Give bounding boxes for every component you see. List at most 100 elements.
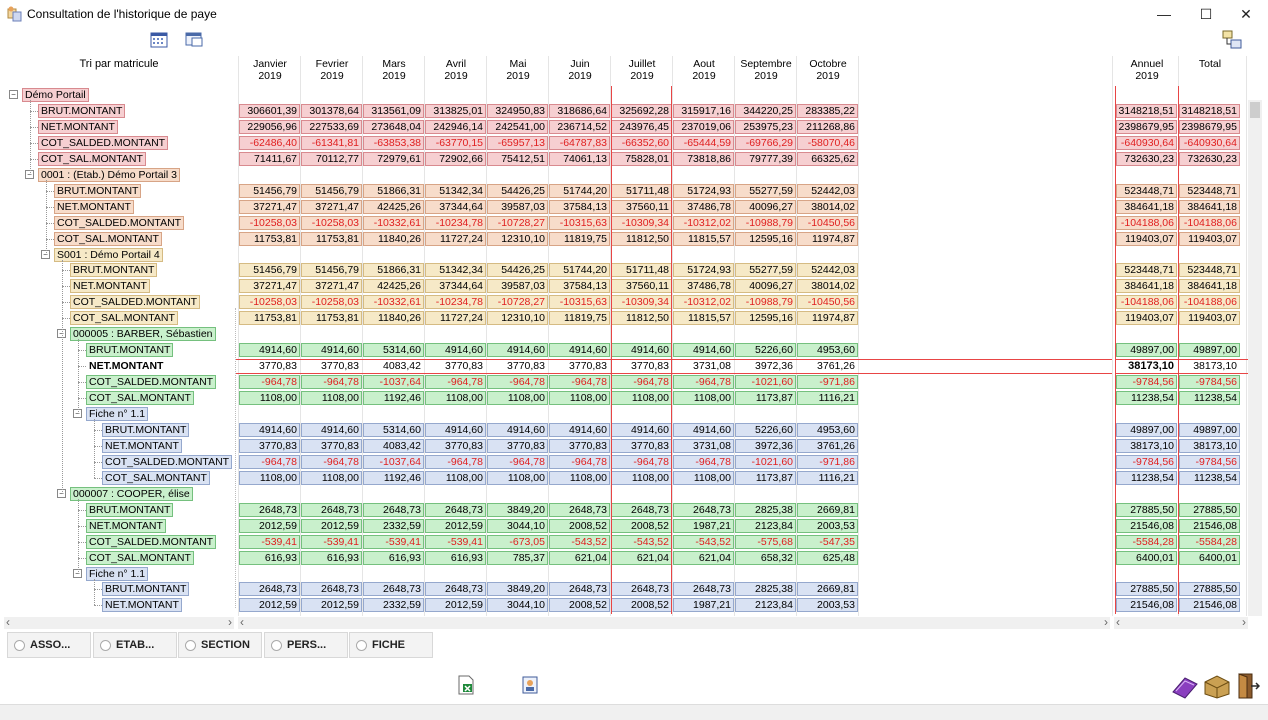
grid-cell[interactable]: 229056,96	[239, 120, 300, 134]
grid-cell[interactable]: 37486,78	[673, 279, 734, 293]
tree-leaf-node[interactable]: NET.MONTANT	[86, 519, 166, 533]
grid-cell[interactable]: 325692,28	[611, 104, 672, 118]
grid-cell[interactable]: 313561,09	[363, 104, 424, 118]
total-cell[interactable]: -9784,56	[1116, 375, 1177, 389]
grid-cell[interactable]: 5226,60	[735, 343, 796, 357]
level-radio-section[interactable]: SECTION	[178, 632, 262, 658]
grid-cell[interactable]: -10728,27	[487, 216, 548, 230]
level-radio-pers[interactable]: PERS...	[264, 632, 348, 658]
grid-cell[interactable]: -964,78	[487, 455, 548, 469]
grid-cell[interactable]: 616,93	[239, 551, 300, 565]
window-icon[interactable]	[185, 31, 204, 48]
grid-cell[interactable]: -10234,78	[425, 216, 486, 230]
grid-cell[interactable]: -964,78	[611, 375, 672, 389]
grid-cell[interactable]: 301378,64	[301, 104, 362, 118]
tree-group-node[interactable]: 0001 : (Etab.) Démo Portail 3	[38, 168, 180, 182]
grid-cell[interactable]: -575,68	[735, 535, 796, 549]
grid-cell[interactable]: 2008,52	[611, 519, 672, 533]
grid-cell[interactable]: 1173,87	[735, 471, 796, 485]
total-cell[interactable]: 27885,50	[1179, 582, 1240, 596]
tree-leaf-node[interactable]: BRUT.MONTANT	[38, 104, 126, 118]
grid-vertical-scrollbar[interactable]	[1248, 100, 1262, 616]
grid-cell[interactable]: 313825,01	[425, 104, 486, 118]
grid-cell[interactable]: 72902,66	[425, 152, 486, 166]
grid-cell[interactable]: 3731,08	[673, 359, 734, 373]
grid-cell[interactable]: 2648,73	[425, 582, 486, 596]
grid-cell[interactable]: -61341,81	[301, 136, 362, 150]
grid-cell[interactable]: 318686,64	[549, 104, 610, 118]
grid-cell[interactable]: -1021,60	[735, 455, 796, 469]
grid-cell[interactable]: -62486,40	[239, 136, 300, 150]
exit-door-icon[interactable]	[1236, 672, 1260, 700]
grid-cell[interactable]: 1987,21	[673, 598, 734, 612]
box-icon[interactable]	[1202, 670, 1232, 700]
tree-leaf-node[interactable]: COT_SALDED.MONTANT	[70, 295, 201, 309]
grid-cell[interactable]: -964,78	[239, 375, 300, 389]
grid-cell[interactable]: -66352,60	[611, 136, 672, 150]
grid-cell[interactable]: -10450,56	[797, 295, 858, 309]
grid-cell[interactable]: 51456,79	[301, 184, 362, 198]
grid-cell[interactable]: 37271,47	[239, 200, 300, 214]
grid-cell[interactable]: 54426,25	[487, 184, 548, 198]
column-header[interactable]: Aout 2019	[673, 58, 735, 82]
total-cell[interactable]: 49897,00	[1179, 343, 1240, 357]
grid-cell[interactable]: 3770,83	[239, 359, 300, 373]
tree-leaf-node[interactable]: BRUT.MONTANT	[86, 503, 174, 517]
grid-cell[interactable]: -964,78	[673, 455, 734, 469]
grid-cell[interactable]: 2648,73	[673, 582, 734, 596]
maximize-button[interactable]: ☐	[1186, 0, 1226, 28]
total-cell[interactable]: 11238,54	[1116, 391, 1177, 405]
grid-cell[interactable]: 4953,60	[797, 423, 858, 437]
grid-cell[interactable]: -10450,56	[797, 216, 858, 230]
report-icon[interactable]	[521, 675, 542, 695]
grid-cell[interactable]: 785,37	[487, 551, 548, 565]
level-radio-etab[interactable]: ETAB...	[93, 632, 177, 658]
grid-cell[interactable]: 3044,10	[487, 519, 548, 533]
grid-cell[interactable]: -10728,27	[487, 295, 548, 309]
grid-cell[interactable]: 52442,03	[797, 184, 858, 198]
grid-cell[interactable]: 3770,83	[611, 359, 672, 373]
grid-cell[interactable]: 2825,38	[735, 582, 796, 596]
tree-leaf-node[interactable]: BRUT.MONTANT	[54, 184, 142, 198]
grid-cell[interactable]: 2648,73	[301, 503, 362, 517]
total-cell[interactable]: -9784,56	[1116, 455, 1177, 469]
grid-cell[interactable]: 51342,34	[425, 184, 486, 198]
grid-cell[interactable]: 3770,83	[425, 359, 486, 373]
grid-cell[interactable]: 79777,39	[735, 152, 796, 166]
total-cell[interactable]: 384641,18	[1116, 279, 1177, 293]
column-header[interactable]: Septembre 2019	[735, 58, 797, 82]
grid-cell[interactable]: 11840,26	[363, 232, 424, 246]
grid-cell[interactable]: 2008,52	[549, 598, 610, 612]
tree-leaf-node[interactable]: NET.MONTANT	[38, 120, 118, 134]
grid-cell[interactable]: 4083,42	[363, 359, 424, 373]
grid-cell[interactable]: 2648,73	[549, 582, 610, 596]
grid-cell[interactable]: 236714,52	[549, 120, 610, 134]
grid-cell[interactable]: 621,04	[673, 551, 734, 565]
grid-cell[interactable]: 51456,79	[239, 263, 300, 277]
grid-cell[interactable]: 3770,83	[549, 439, 610, 453]
grid-cell[interactable]: -543,52	[673, 535, 734, 549]
grid-cell[interactable]: 1108,00	[239, 471, 300, 485]
tree-leaf-node[interactable]: COT_SALDED.MONTANT	[86, 535, 217, 549]
grid-cell[interactable]: -65957,13	[487, 136, 548, 150]
grid-cell[interactable]: 12310,10	[487, 311, 548, 325]
grid-cell[interactable]: 11815,57	[673, 311, 734, 325]
total-cell[interactable]: 11238,54	[1179, 391, 1240, 405]
grid-cell[interactable]: 3770,83	[611, 439, 672, 453]
grid-cell[interactable]: 51744,20	[549, 263, 610, 277]
grid-cell[interactable]: -10309,34	[611, 295, 672, 309]
grid-cell[interactable]: 11974,87	[797, 311, 858, 325]
grid-cell[interactable]: 2012,59	[425, 598, 486, 612]
grid-cell[interactable]: 2012,59	[239, 598, 300, 612]
total-cell[interactable]: -5584,28	[1116, 535, 1177, 549]
grid-cell[interactable]: 1108,00	[549, 391, 610, 405]
total-cell[interactable]: 732630,23	[1116, 152, 1177, 166]
grid-cell[interactable]: 1108,00	[549, 471, 610, 485]
grid-cell[interactable]: -539,41	[301, 535, 362, 549]
grid-cell[interactable]: -964,78	[487, 375, 548, 389]
grid-cell[interactable]: 243976,45	[611, 120, 672, 134]
grid-cell[interactable]: 273648,04	[363, 120, 424, 134]
grid-cell[interactable]: 54426,25	[487, 263, 548, 277]
scroll-right-icon[interactable]: ›	[1242, 615, 1246, 629]
total-cell[interactable]: -104188,06	[1116, 216, 1177, 230]
